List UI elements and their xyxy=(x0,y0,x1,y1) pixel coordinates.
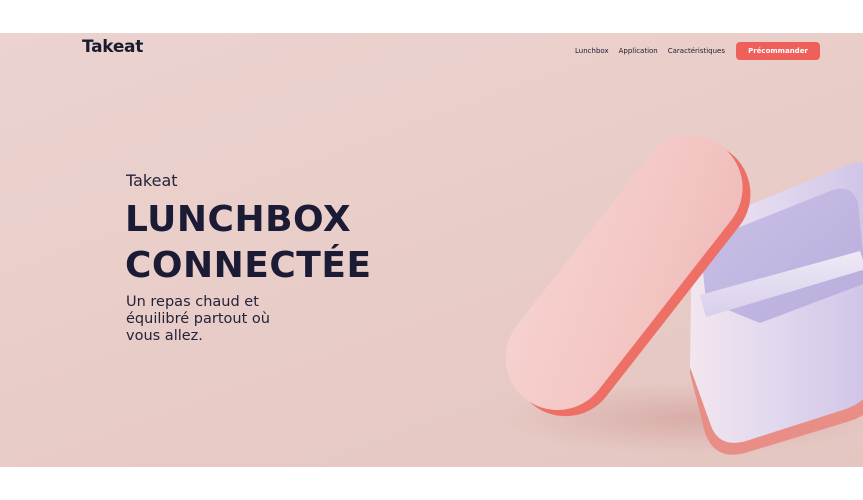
hero-title-line-1: LUNCHBOX xyxy=(125,199,352,240)
hero-subtitle: Un repas chaud et équilibré partout où v… xyxy=(126,294,270,344)
main-nav: Lunchbox Application Caractéristiques Pr… xyxy=(575,42,820,60)
nav-link-application[interactable]: Application xyxy=(619,47,658,55)
page: Takeat Lunchbox Application Caractéristi… xyxy=(0,0,863,500)
hero-eyebrow: Takeat xyxy=(126,171,178,190)
preorder-button[interactable]: Précommander xyxy=(736,42,820,60)
hero-title-line-2: CONNECTÉE xyxy=(125,245,372,286)
site-header: Takeat Lunchbox Application Caractéristi… xyxy=(0,33,863,69)
nav-link-caracteristiques[interactable]: Caractéristiques xyxy=(668,47,725,55)
logo[interactable]: Takeat xyxy=(82,37,143,57)
hero-section: Takeat Lunchbox Application Caractéristi… xyxy=(0,33,863,467)
hero-title: LUNCHBOX CONNECTÉE xyxy=(125,197,372,289)
nav-link-lunchbox[interactable]: Lunchbox xyxy=(575,47,609,55)
